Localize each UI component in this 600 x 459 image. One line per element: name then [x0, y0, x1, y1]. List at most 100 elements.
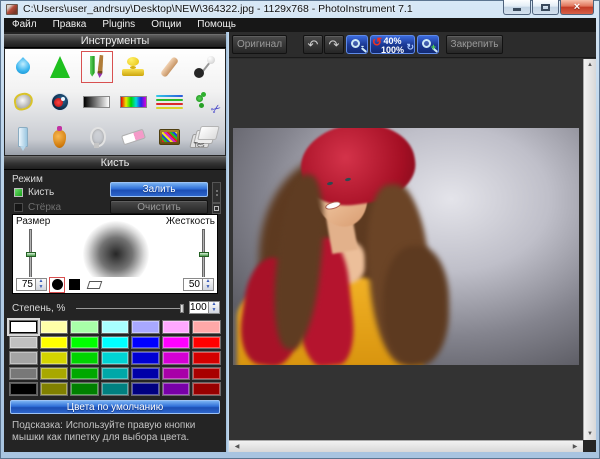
horizontal-scrollbar[interactable]: ◀ ▶ [229, 440, 583, 452]
tool-clock[interactable] [7, 86, 39, 118]
fill-button[interactable]: Залить [110, 182, 208, 197]
titlebar[interactable]: C:\Users\user_andrsuy\Desktop\NEW\364322… [0, 0, 600, 18]
zoom-level-display[interactable]: ↺ 40% 100% ↻ [370, 35, 415, 55]
tool-pin-tool[interactable] [191, 51, 223, 83]
spinner-down-icon[interactable]: ▼ [209, 307, 219, 314]
color-swatch[interactable] [161, 351, 191, 365]
tool-draw-brushes[interactable] [81, 51, 113, 83]
zoom-out-button[interactable]: - [346, 35, 368, 54]
tool-eraser[interactable] [117, 121, 149, 153]
zoom-in-button[interactable]: + [417, 35, 439, 54]
tool-glue-tube[interactable] [7, 121, 39, 153]
redo-button[interactable]: ↷ [324, 35, 344, 54]
color-swatch[interactable] [39, 351, 69, 365]
color-swatch[interactable] [131, 320, 160, 334]
color-swatch[interactable] [100, 320, 130, 334]
tool-object-removal-scissors[interactable] [191, 86, 223, 118]
color-swatch[interactable] [70, 335, 99, 350]
color-swatch[interactable] [39, 320, 69, 334]
hardness-spinner[interactable]: 50 ▲ ▼ [183, 278, 214, 291]
color-swatch[interactable] [9, 335, 38, 350]
degree-slider[interactable] [76, 304, 184, 313]
eraser-mode-checkbox[interactable]: Стёрка [14, 202, 61, 213]
tool-text-layers[interactable]: Tes [191, 121, 223, 153]
tool-smudge-finger[interactable] [154, 51, 186, 83]
color-swatch[interactable] [161, 320, 191, 334]
menu-edit[interactable]: Правка [45, 18, 95, 32]
color-swatch[interactable] [39, 382, 69, 396]
color-swatch[interactable] [161, 382, 191, 396]
color-swatch[interactable] [70, 351, 99, 365]
tool-denoise-tv[interactable] [154, 121, 186, 153]
hardness-slider[interactable] [199, 229, 209, 279]
tool-rainbow-gradient[interactable] [117, 86, 149, 118]
color-swatch[interactable] [192, 366, 221, 381]
tool-clone-stamp[interactable] [117, 51, 149, 83]
scroll-left-icon[interactable]: ◀ [231, 441, 243, 452]
color-swatch[interactable] [70, 320, 99, 334]
minimize-button[interactable] [503, 0, 531, 15]
scroll-up-icon[interactable]: ▲ [584, 59, 596, 71]
color-swatch[interactable] [70, 366, 99, 381]
brush-shape-outline-button[interactable] [86, 277, 102, 292]
menu-file[interactable]: Файл [4, 18, 45, 32]
color-swatch[interactable] [9, 382, 38, 396]
size-slider-handle[interactable] [26, 252, 36, 257]
color-swatch[interactable] [9, 366, 38, 381]
size-slider[interactable] [26, 229, 36, 279]
color-swatch[interactable] [100, 382, 130, 396]
tool-red-eye[interactable] [44, 86, 76, 118]
hardness-slider-handle[interactable] [199, 252, 209, 257]
photo-image[interactable] [233, 128, 579, 365]
color-swatch[interactable] [39, 366, 69, 381]
degree-value[interactable]: 100 [189, 301, 209, 314]
panel-splitter-handle[interactable] [212, 182, 221, 203]
tool-liquify-drop[interactable] [7, 51, 39, 83]
color-swatch[interactable] [192, 351, 221, 365]
color-swatch[interactable] [100, 351, 130, 365]
tool-skin-bottle[interactable] [44, 121, 76, 153]
hardness-value[interactable]: 50 [183, 278, 203, 291]
degree-slider-handle[interactable] [180, 304, 184, 313]
color-swatch[interactable] [161, 366, 191, 381]
spinner-down-icon[interactable]: ▼ [203, 284, 213, 291]
fix-button[interactable]: Закрепить [446, 35, 503, 54]
undo-button[interactable]: ↶ [303, 35, 323, 54]
menu-help[interactable]: Помощь [189, 18, 244, 32]
color-swatch[interactable] [131, 335, 160, 350]
color-swatch[interactable] [9, 320, 38, 334]
vertical-scrollbar[interactable]: ▲ ▼ [583, 59, 596, 440]
color-swatch[interactable] [192, 335, 221, 350]
brush-shape-circle-button[interactable] [50, 277, 64, 292]
default-colors-button[interactable]: Цвета по умолчанию [10, 400, 220, 414]
color-swatch[interactable] [192, 320, 221, 334]
tool-color-lines[interactable] [154, 86, 186, 118]
maximize-button[interactable] [532, 0, 559, 15]
color-swatch[interactable] [70, 382, 99, 396]
menu-plugins[interactable]: Plugins [94, 18, 143, 32]
tool-glamour-bulb[interactable] [81, 121, 113, 153]
scroll-right-icon[interactable]: ▶ [569, 441, 581, 452]
original-button[interactable]: Оригинал [232, 35, 287, 54]
canvas-viewport[interactable] [229, 59, 583, 440]
spinner-down-icon[interactable]: ▼ [36, 284, 46, 291]
tool-grayscale-gradient[interactable] [81, 86, 113, 118]
scroll-down-icon[interactable]: ▼ [584, 428, 596, 440]
color-swatch[interactable] [161, 335, 191, 350]
panel-collapse-button[interactable] [212, 203, 221, 214]
color-swatch[interactable] [192, 382, 221, 396]
color-swatch[interactable] [131, 351, 160, 365]
clear-button[interactable]: Очистить [110, 200, 208, 214]
size-value[interactable]: 75 [16, 278, 36, 291]
color-swatch[interactable] [131, 382, 160, 396]
color-swatch[interactable] [39, 335, 69, 350]
color-swatch[interactable] [131, 366, 160, 381]
close-button[interactable]: × [560, 0, 594, 15]
tool-cone[interactable] [44, 51, 76, 83]
color-swatch[interactable] [100, 335, 130, 350]
brush-shape-square-button[interactable] [67, 277, 81, 292]
brush-mode-checkbox[interactable]: Кисть [14, 187, 54, 198]
menu-options[interactable]: Опции [143, 18, 189, 32]
size-spinner[interactable]: 75 ▲ ▼ [16, 278, 47, 291]
color-swatch[interactable] [100, 366, 130, 381]
